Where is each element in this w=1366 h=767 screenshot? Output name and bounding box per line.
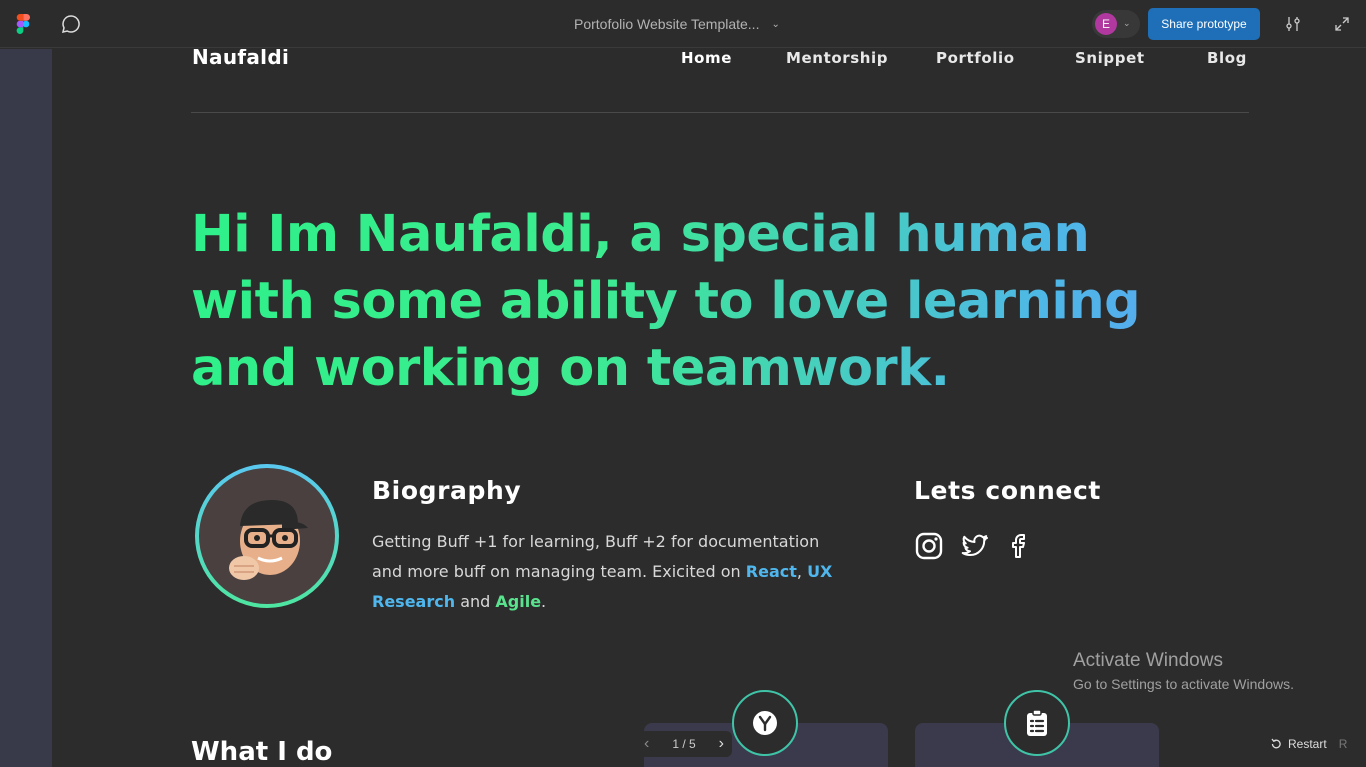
nav-home[interactable]: Home [681, 49, 732, 67]
header-divider [191, 112, 1249, 113]
settings-sliders-icon[interactable] [1284, 15, 1302, 33]
period-text: . [541, 592, 547, 611]
next-frame-icon[interactable]: › [719, 735, 724, 753]
frame-counter: 1 / 5 [672, 737, 696, 751]
prototype-canvas: Naufaldi Home Mentorship Portfolio Snipp… [52, 49, 1366, 767]
expand-icon[interactable] [1334, 16, 1350, 32]
nav-mentorship[interactable]: Mentorship [786, 49, 888, 67]
what-i-do-title: What I do [191, 737, 333, 767]
agile-link[interactable]: Agile [495, 592, 541, 611]
service-icon-circle [732, 690, 798, 756]
chevron-down-icon: ⌄ [1123, 19, 1131, 29]
nav-blog[interactable]: Blog [1207, 49, 1247, 67]
biography-text: Getting Buff +1 for learning, Buff +2 fo… [372, 527, 842, 617]
separator-text: , [796, 562, 808, 581]
document-title: Portofolio Website Template... [574, 16, 760, 32]
document-title-dropdown[interactable]: Portofolio Website Template... ⌄ [574, 16, 780, 32]
left-panel [0, 49, 52, 767]
biography-title: Biography [372, 476, 522, 505]
facebook-icon[interactable] [1005, 531, 1035, 561]
avatar: E [1095, 13, 1117, 35]
figma-logo-icon[interactable] [16, 14, 30, 34]
lets-connect-title: Lets connect [914, 476, 1101, 505]
branch-icon [753, 711, 777, 735]
react-link[interactable]: React [746, 562, 797, 581]
watermark-subtitle: Go to Settings to activate Windows. [1073, 676, 1294, 692]
twitter-icon[interactable] [960, 531, 990, 561]
instagram-icon[interactable] [914, 531, 944, 561]
restart-icon [1271, 738, 1281, 749]
previous-frame-icon[interactable]: ‹ [644, 735, 649, 753]
hero-heading: Hi Im Naufaldi, a special human with som… [191, 201, 1191, 402]
and-text: and [455, 592, 496, 611]
restart-button[interactable]: Restart R [1260, 731, 1358, 757]
chevron-down-icon: ⌄ [771, 18, 780, 30]
nav-portfolio[interactable]: Portfolio [936, 49, 1015, 67]
memoji-avatar-icon [229, 500, 308, 580]
user-menu[interactable]: E ⌄ [1092, 10, 1140, 38]
share-prototype-button[interactable]: Share prototype [1148, 8, 1260, 40]
comment-icon[interactable] [61, 14, 81, 34]
nav-snippet[interactable]: Snippet [1075, 49, 1145, 67]
clipboard-icon [1027, 709, 1047, 736]
profile-picture [195, 464, 339, 608]
site-logo[interactable]: Naufaldi [192, 49, 289, 69]
service-icon-circle [1004, 690, 1070, 756]
restart-shortcut: R [1338, 737, 1348, 751]
windows-activation-watermark: Activate Windows Go to Settings to activ… [1073, 650, 1294, 692]
frame-pager: ‹ 1 / 5 › [636, 731, 732, 757]
restart-label: Restart [1288, 737, 1327, 751]
watermark-title: Activate Windows [1073, 650, 1223, 671]
figma-toolbar: Portofolio Website Template... ⌄ E ⌄ Sha… [0, 0, 1366, 48]
